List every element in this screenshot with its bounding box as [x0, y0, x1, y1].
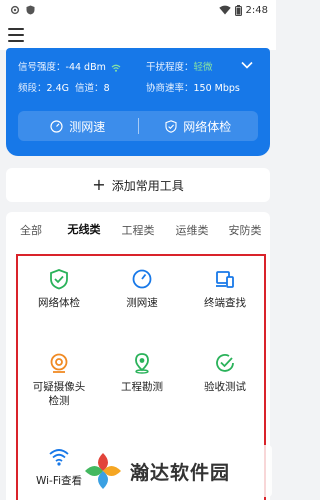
signal-strength-row: 信号强度：-44 dBm [18, 59, 121, 73]
battery-icon [234, 4, 242, 16]
channel-label: 信道： [75, 83, 104, 94]
wifi-info-card: 信号强度：-44 dBm 干扰程度：轻微 频段：2.4G 信道：8 协商速率：1… [6, 48, 270, 156]
speed-test-button[interactable]: 测网速 [18, 118, 138, 135]
watermark: 瀚达软件园 [82, 445, 272, 497]
category-tabs: 全部 无线类 工程类 运维类 安防类 [6, 212, 270, 248]
tool-label: 验收测试 [204, 381, 246, 393]
tool-acceptance-test[interactable]: 验收测试 [184, 352, 266, 394]
camera-search-icon [50, 353, 68, 373]
wifi-signal-icon [218, 5, 231, 15]
settings-icon [10, 5, 20, 15]
tool-label: 工程勘测 [121, 381, 163, 393]
interference-value: 轻微 [193, 62, 213, 73]
speedometer-icon [132, 269, 152, 289]
tab-all[interactable]: 全部 [6, 222, 56, 238]
band-value: 2.4G [46, 83, 69, 94]
tool-label-line2: 检测 [48, 395, 70, 407]
watermark-logo-icon [85, 453, 121, 489]
speedometer-icon [50, 119, 63, 133]
tool-site-survey[interactable]: 工程勘测 [101, 352, 183, 394]
tab-security[interactable]: 安防类 [220, 222, 270, 238]
status-bar: 2:48 [0, 0, 276, 20]
speed-test-label: 测网速 [69, 119, 106, 134]
watermark-text: 瀚达软件园 [130, 461, 231, 484]
tool-label: 网络体检 [38, 297, 80, 309]
channel-value: 8 [103, 83, 110, 94]
health-check-button[interactable]: 网络体检 [139, 118, 259, 135]
tool-label: 测网速 [126, 297, 158, 309]
band-label: 频段： [18, 83, 47, 94]
top-app-bar [0, 20, 276, 50]
add-tool-label: 添加常用工具 [111, 178, 184, 193]
chevron-down-icon[interactable] [240, 60, 254, 70]
tool-label-line1: 可疑摄像头 [32, 381, 86, 393]
rate-value: 150 Mbps [193, 83, 240, 94]
rate-row: 协商速率：150 Mbps [146, 80, 240, 94]
wifi-small-icon [111, 64, 121, 72]
location-pin-icon [135, 353, 149, 374]
shield-check-icon [50, 269, 68, 290]
check-circle-icon [216, 354, 234, 372]
rate-label: 协商速率： [146, 83, 194, 94]
card-action-bar: 测网速 网络体检 [18, 111, 258, 141]
menu-icon[interactable] [8, 28, 24, 42]
tool-label: 终端查找 [204, 297, 246, 309]
tool-speed-test[interactable]: 测网速 [101, 268, 183, 310]
health-check-label: 网络体检 [183, 119, 232, 134]
tool-hidden-camera-detect[interactable]: 可疑摄像头 检测 [18, 352, 100, 408]
tool-device-finder[interactable]: 终端查找 [184, 268, 266, 310]
wifi-icon [49, 449, 69, 466]
add-common-tool-button[interactable]: + 添加常用工具 [6, 168, 270, 202]
status-time: 2:48 [245, 4, 268, 16]
shield-check-icon [165, 119, 177, 133]
plus-icon: + [92, 175, 106, 194]
interference-label: 干扰程度： [146, 62, 194, 73]
band-channel-row: 频段：2.4G 信道：8 [18, 80, 110, 94]
devices-icon [216, 271, 234, 288]
shield-icon [26, 5, 35, 15]
signal-value: -44 dBm [65, 62, 106, 73]
signal-label: 信号强度： [18, 62, 66, 73]
tab-wireless[interactable]: 无线类 [56, 212, 112, 248]
tool-network-checkup[interactable]: 网络体检 [18, 268, 100, 310]
tab-operations[interactable]: 运维类 [164, 222, 220, 238]
tab-engineering[interactable]: 工程类 [112, 222, 164, 238]
interference-row: 干扰程度：轻微 [146, 59, 213, 73]
